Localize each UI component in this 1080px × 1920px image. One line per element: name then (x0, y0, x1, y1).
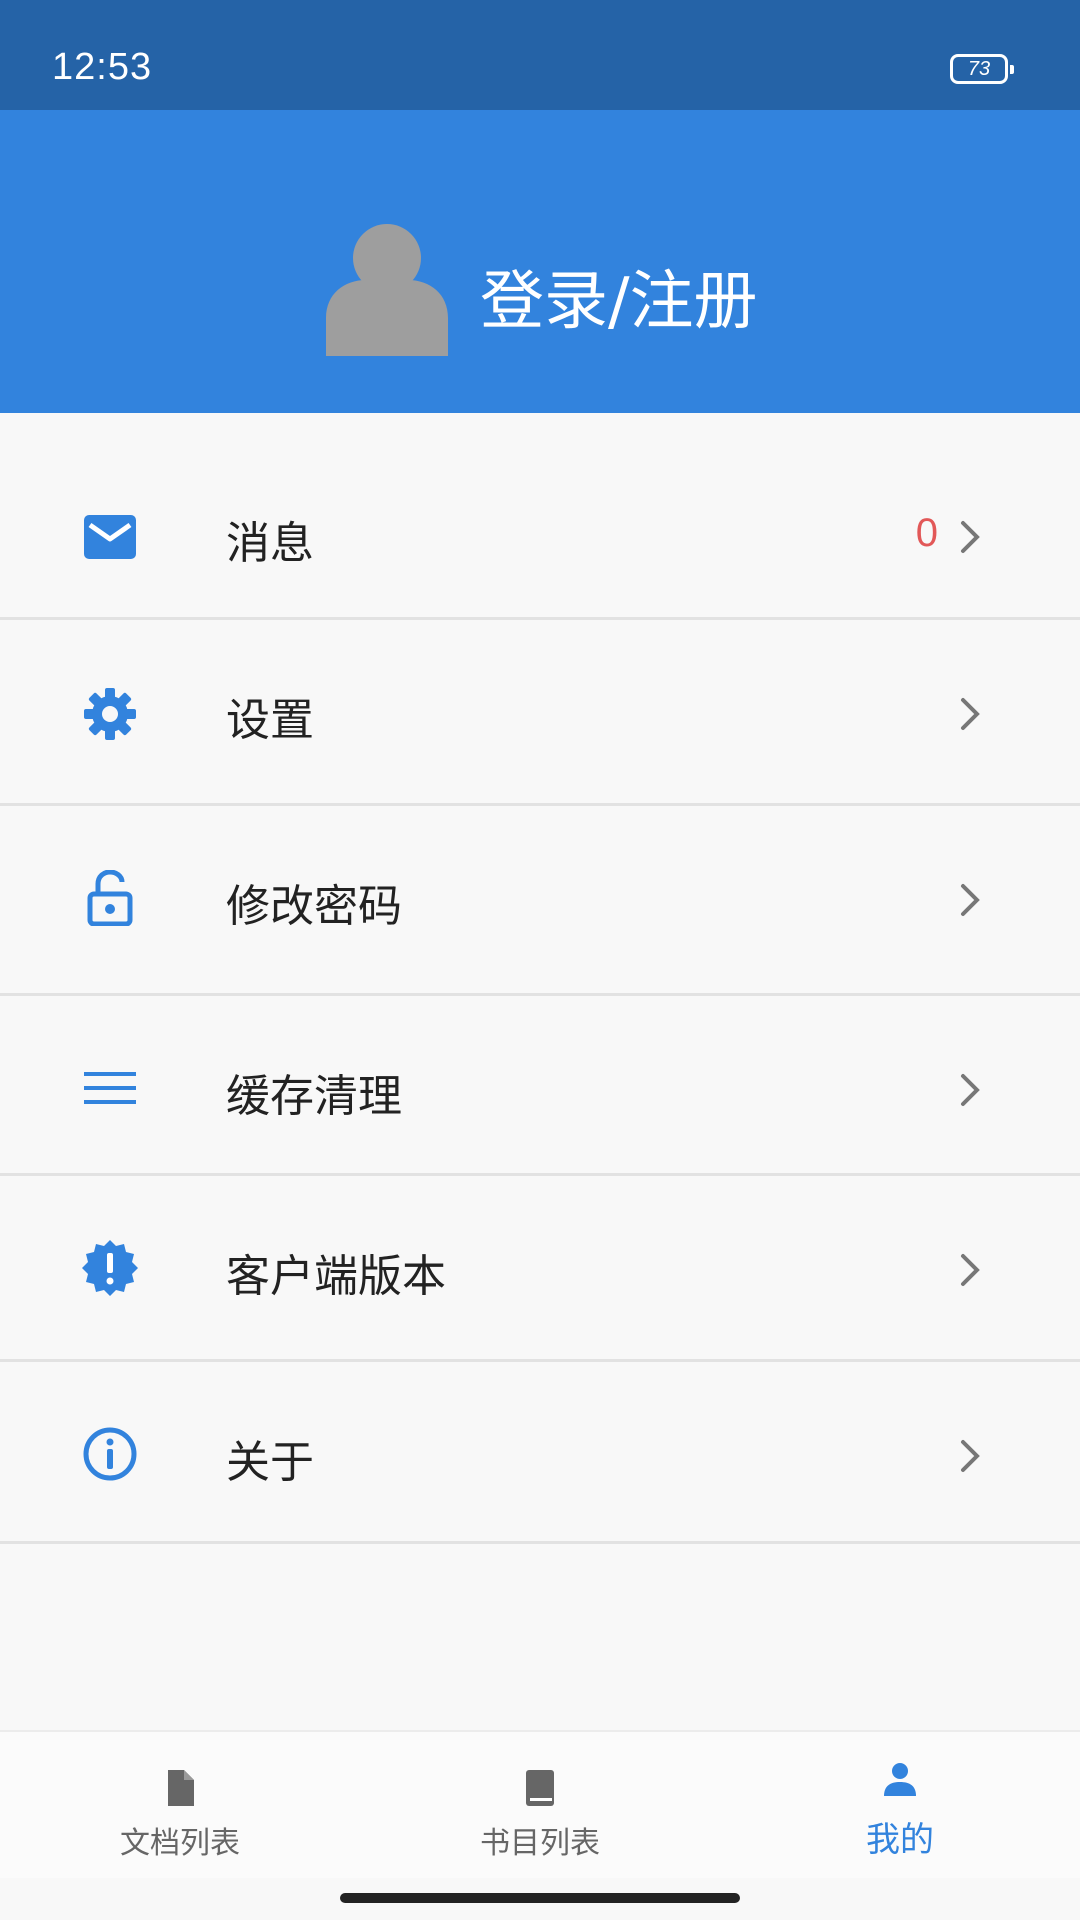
menu-item-change-password[interactable]: 修改密码 (0, 806, 1080, 996)
home-indicator[interactable] (340, 1893, 740, 1903)
menu-item-messages[interactable]: 消息 0 (0, 413, 1080, 620)
chevron-right-icon (961, 884, 980, 916)
menu-item-client-version[interactable]: 客户端版本 (0, 1176, 1080, 1362)
message-count-badge: 0 (915, 511, 938, 555)
menu-item-label: 关于 (226, 1437, 314, 1488)
mail-icon (84, 515, 136, 559)
chevron-right-icon (961, 1440, 980, 1472)
chevron-right-icon (961, 1254, 980, 1286)
menu-item-label: 消息 (226, 518, 314, 569)
gear-icon (84, 688, 136, 740)
alert-badge-icon (82, 1240, 138, 1296)
login-register-link[interactable]: 登录/注册 (480, 250, 758, 342)
menu-item-clear-cache[interactable]: 缓存清理 (0, 996, 1080, 1176)
menu-item-settings[interactable]: 设置 (0, 620, 1080, 806)
lock-icon (87, 870, 133, 926)
menu-lines-icon (84, 1072, 136, 1104)
chevron-right-icon (961, 1074, 980, 1106)
chevron-right-icon (961, 698, 980, 730)
menu-item-label: 客户端版本 (226, 1251, 446, 1302)
menu-item-about[interactable]: 关于 (0, 1362, 1080, 1544)
book-icon (526, 1770, 554, 1806)
tab-label: 文档列表 (120, 1826, 240, 1861)
tab-book-list[interactable]: 书目列表 (420, 1732, 660, 1878)
menu-item-label: 设置 (226, 695, 314, 746)
menu-item-label: 修改密码 (226, 881, 402, 932)
profile-header[interactable]: 登录/注册 (0, 110, 1080, 413)
user-avatar-icon (326, 224, 448, 356)
status-time: 12:53 (52, 46, 153, 88)
menu-item-label: 缓存清理 (226, 1071, 402, 1122)
tab-label: 我的 (866, 1820, 934, 1860)
tab-document-list[interactable]: 文档列表 (60, 1732, 300, 1878)
document-icon (168, 1770, 194, 1806)
battery-icon: 73 (950, 54, 1014, 84)
bottom-tab-bar: 文档列表 书目列表 我的 (0, 1730, 1080, 1878)
battery-level: 73 (967, 58, 991, 80)
person-icon (884, 1763, 916, 1796)
info-icon (83, 1427, 137, 1481)
chevron-right-icon (961, 521, 980, 553)
tab-mine[interactable]: 我的 (780, 1732, 1020, 1878)
tab-label: 书目列表 (480, 1826, 600, 1861)
status-bar: 12:53 73 (0, 0, 1080, 110)
